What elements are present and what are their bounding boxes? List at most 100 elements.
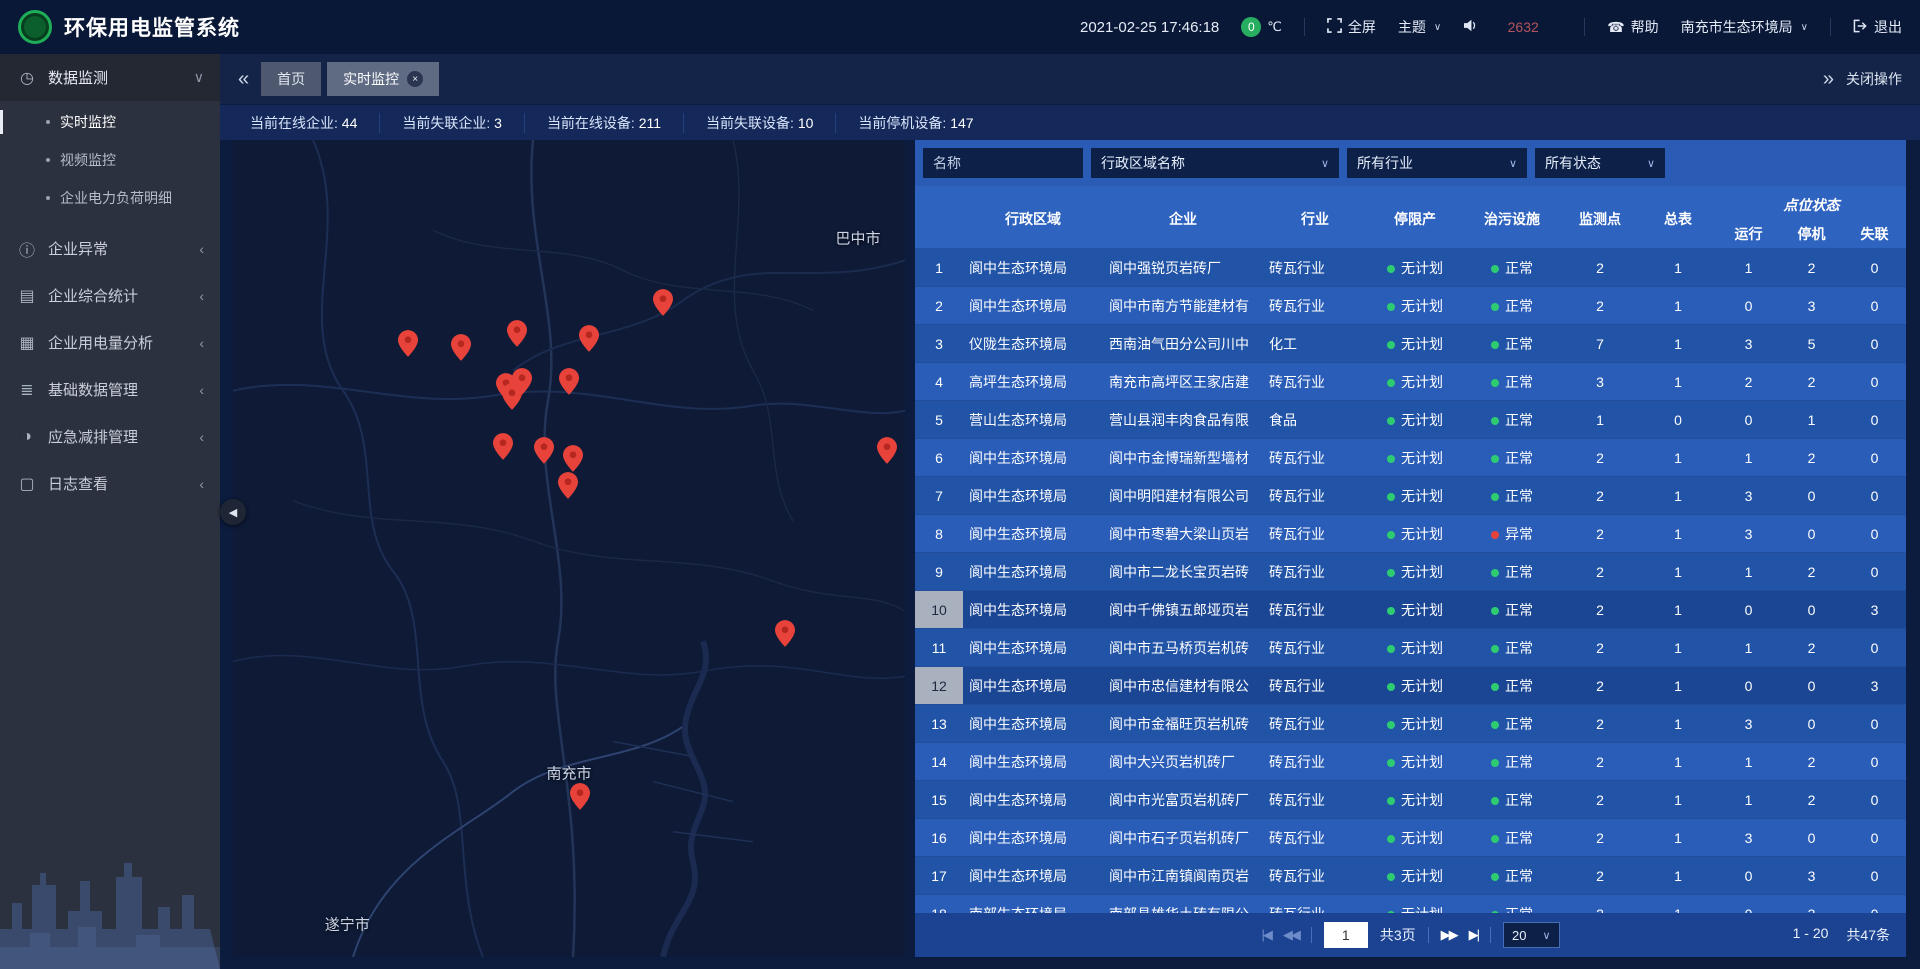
cell-stop-limit: 无计划 [1367,743,1463,781]
sidebar-group-item[interactable]: ◑应急减排管理‹ [0,413,220,460]
sidebar-menu: ◷数据监测∨实时监控视频监控企业电力负荷明细 ⓘ企业异常‹▤企业综合统计‹▦企业用… [0,54,220,507]
map-pin-icon[interactable] [493,433,513,460]
pagination-divider [1428,927,1429,943]
sidebar-group-label: 企业综合统计 [48,285,199,306]
table-row[interactable]: 6阆中生态环境局阆中市金博瑞新型墙材砖瓦行业无计划正常21120 [915,439,1906,477]
map-pin-icon[interactable] [775,620,795,647]
map-pin-icon[interactable] [398,330,418,357]
map-pin-icon[interactable] [502,383,522,410]
last-page-button[interactable]: ▶| [1469,927,1478,943]
table-row[interactable]: 3仪陇生态环境局西南油气田分公司川中化工无计划正常71350 [915,325,1906,363]
tab-close-icon[interactable]: × [407,71,423,87]
close-operations-button[interactable]: 关闭操作 [1846,69,1902,89]
cell-treatment: 正常 [1463,667,1561,705]
header-run: 运行 [1717,220,1780,249]
fullscreen-button[interactable]: 全屏 [1327,17,1376,37]
logout-button[interactable]: 退出 [1853,17,1902,37]
status-dot-icon [1387,607,1395,615]
sidebar-group-item[interactable]: ▤企业综合统计‹ [0,272,220,319]
map-panel[interactable]: 巴中市南充市遂宁市 ◀ [233,140,905,957]
logout-icon [1853,19,1868,36]
help-button[interactable]: ☎ 帮助 [1607,17,1658,37]
table-row[interactable]: 2阆中生态环境局阆中市南方节能建材有砖瓦行业无计划正常21030 [915,287,1906,325]
tab-active[interactable]: 实时监控× [327,62,439,96]
stat-value: 10 [798,115,814,131]
map-pin-icon[interactable] [534,437,554,464]
map-pin-icon[interactable] [877,437,897,464]
table-row[interactable]: 8阆中生态环境局阆中市枣碧大梁山页岩砖瓦行业无计划异常21300 [915,515,1906,553]
sidebar-group-item[interactable]: ◷数据监测∨ [0,54,220,101]
cell-treatment: 正常 [1463,287,1561,325]
map-pin-icon[interactable] [570,783,590,810]
sidebar-item[interactable]: 实时监控 [0,103,220,141]
map-pin-icon[interactable] [653,289,673,316]
table-row[interactable]: 10阆中生态环境局阆中千佛镇五郎垭页岩砖瓦行业无计划正常21003 [915,591,1906,629]
page-number-input[interactable] [1324,922,1368,948]
header-industry: 行业 [1263,186,1367,249]
map-pin-icon[interactable] [563,445,583,472]
cell-lost: 3 [1843,667,1906,705]
region-filter-select[interactable]: 行政区域名称 ∨ [1091,148,1339,178]
cell-company: 西南油气田分公司川中 [1103,325,1263,363]
table-row[interactable]: 18南部生态环境局南部县雄华土砖有限公砖瓦行业无计划正常21030 [915,895,1906,914]
tab-item[interactable]: 首页 [261,62,321,96]
cell-region: 阆中生态环境局 [963,249,1103,287]
map-pin-icon[interactable] [451,334,471,361]
table-row[interactable]: 5营山生态环境局营山县润丰肉食品有限食品无计划正常10010 [915,401,1906,439]
chevron-left-icon: ‹ [199,429,204,445]
table-row[interactable]: 13阆中生态环境局阆中市金福旺页岩机砖砖瓦行业无计划正常21300 [915,705,1906,743]
tabs-scroll-left-icon[interactable]: « [238,69,249,89]
cell-treatment: 正常 [1463,325,1561,363]
map-city-label: 遂宁市 [325,914,370,935]
map-pin-icon[interactable] [507,320,527,347]
sidebar-group-item[interactable]: ≣基础数据管理‹ [0,366,220,413]
org-dropdown[interactable]: 南充市生态环境局 ∨ [1681,17,1808,37]
status-filter-select[interactable]: 所有状态 ∨ [1535,148,1665,178]
cell-industry: 砖瓦行业 [1263,591,1367,629]
table-row[interactable]: 1阆中生态环境局阆中强锐页岩砖厂砖瓦行业无计划正常21120 [915,249,1906,287]
table-row[interactable]: 11阆中生态环境局阆中市五马桥页岩机砖砖瓦行业无计划正常21120 [915,629,1906,667]
map-pin-icon[interactable] [558,472,578,499]
cell-treatment: 正常 [1463,439,1561,477]
cell-monitor-points: 2 [1561,591,1639,629]
help-label: 帮助 [1631,17,1659,37]
cell-index: 5 [915,401,963,439]
sidebar-group-item[interactable]: ▦企业用电量分析‹ [0,319,220,366]
cell-index: 15 [915,781,963,819]
cell-lost: 0 [1843,819,1906,857]
table-row[interactable]: 17阆中生态环境局阆中市江南镇阆南页岩砖瓦行业无计划正常21030 [915,857,1906,895]
table-row[interactable]: 4高坪生态环境局南充市高坪区王家店建砖瓦行业无计划正常31220 [915,363,1906,401]
status-dot-icon [1387,303,1395,311]
table-row[interactable]: 16阆中生态环境局阆中市石子页岩机砖厂砖瓦行业无计划正常21300 [915,819,1906,857]
sidebar-item[interactable]: 视频监控 [0,141,220,179]
speaker-icon [1463,19,1478,35]
sidebar-group-label: 企业异常 [48,238,199,259]
pagination-divider [1490,927,1491,943]
name-filter-input[interactable] [923,148,1083,178]
header-region: 行政区域 [963,186,1103,249]
next-page-button[interactable]: ▶▶ [1441,927,1457,943]
cell-stop: 3 [1780,287,1843,325]
bullet-icon [46,120,50,124]
sidebar-group-item[interactable]: ⓘ企业异常‹ [0,225,220,272]
sidebar-item[interactable]: 企业电力负荷明细 [0,179,220,217]
announcement-ticker[interactable]: 2632 [1463,19,1562,35]
prev-page-button[interactable]: ◀◀ [1283,927,1299,943]
table-row[interactable]: 7阆中生态环境局阆中明阳建材有限公司砖瓦行业无计划正常21300 [915,477,1906,515]
industry-filter-select[interactable]: 所有行业 ∨ [1347,148,1527,178]
page-size-select[interactable]: 20 ∨ [1503,922,1560,948]
table-row[interactable]: 9阆中生态环境局阆中市二龙长宝页岩砖砖瓦行业无计划正常21120 [915,553,1906,591]
table-row[interactable]: 15阆中生态环境局阆中市光富页岩机砖厂砖瓦行业无计划正常21120 [915,781,1906,819]
table-row[interactable]: 14阆中生态环境局阆中大兴页岩机砖厂砖瓦行业无计划正常21120 [915,743,1906,781]
table-row[interactable]: 12阆中生态环境局阆中市忠信建材有限公砖瓦行业无计划正常21003 [915,667,1906,705]
cell-industry: 砖瓦行业 [1263,781,1367,819]
theme-dropdown[interactable]: 主题 ∨ [1398,17,1441,37]
first-page-button[interactable]: |◀ [1261,927,1270,943]
map-pin-icon[interactable] [579,325,599,352]
cell-treatment: 正常 [1463,819,1561,857]
map-pin-icon[interactable] [559,368,579,395]
sidebar-group-item[interactable]: ▢日志查看‹ [0,460,220,507]
sidebar-group-label: 日志查看 [48,473,199,494]
app-title: 环保用电监管系统 [64,12,240,42]
tabs-scroll-right-icon[interactable]: » [1823,69,1834,89]
